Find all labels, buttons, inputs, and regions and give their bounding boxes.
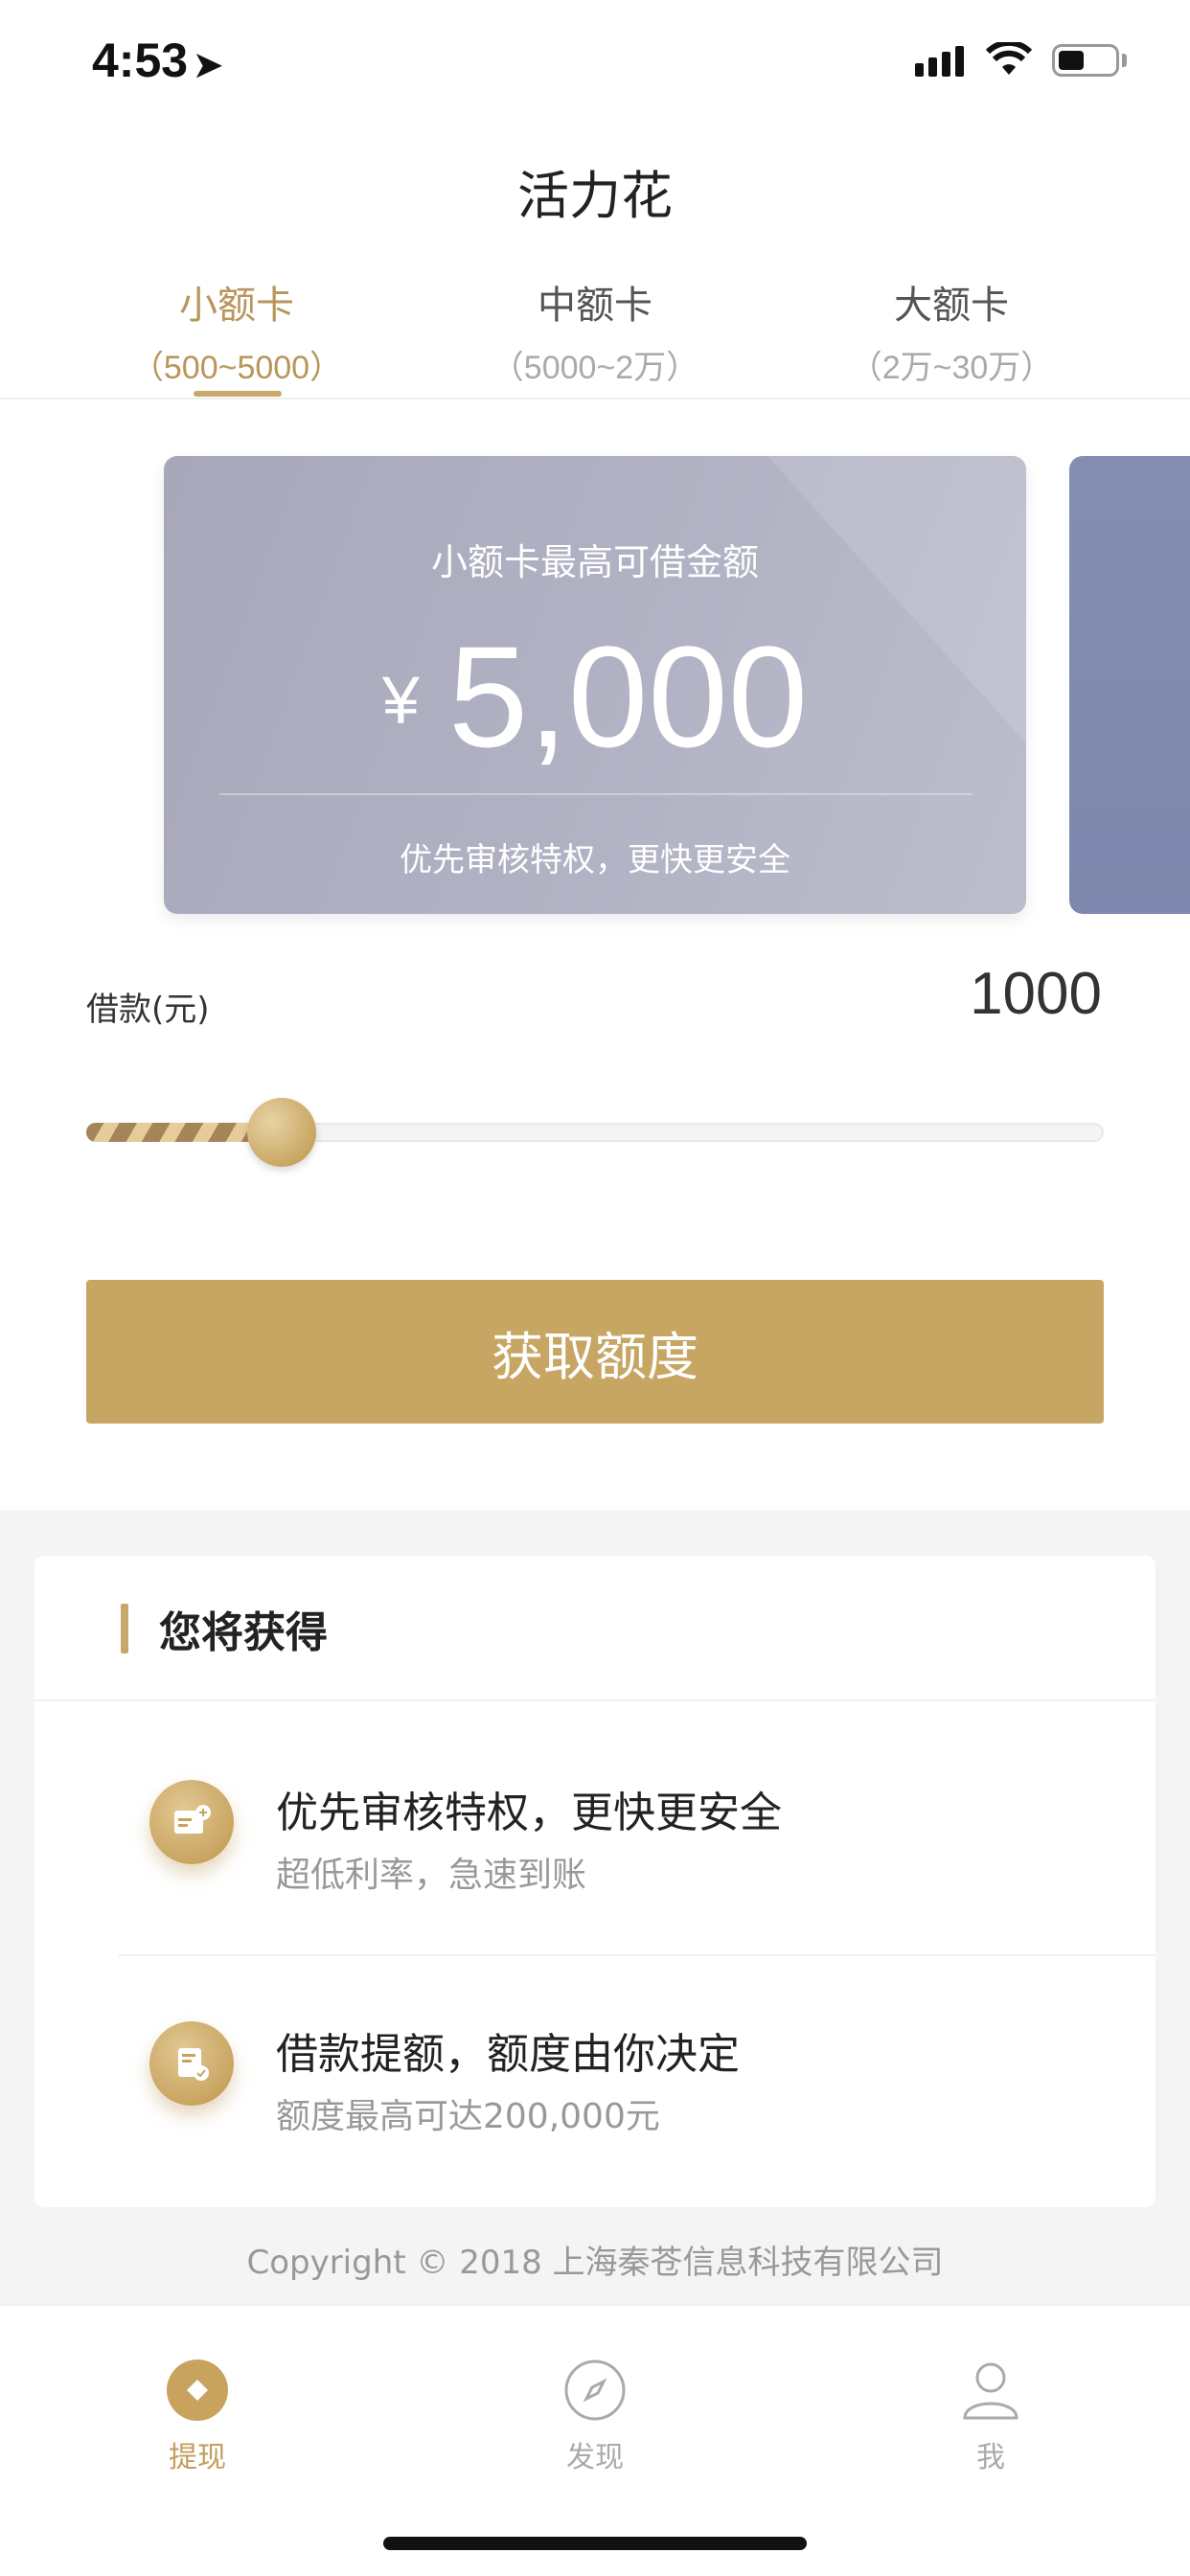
active-tab-indicator [194,391,282,397]
status-time: 4:53 ➤ [92,34,223,87]
loan-slider-thumb[interactable] [247,1098,316,1167]
home-indicator [383,2537,807,2550]
benefit-subtitle: 超低利率，急速到账 [276,1856,587,1895]
tab-label: 大额卡 [894,284,1009,328]
next-card-peek[interactable] [1069,456,1190,914]
loan-card[interactable]: 小额卡最高可借金额 ¥5,000 优先审核特权，更快更安全 [164,456,1026,914]
tab-small-card[interactable]: 小额卡 （500~5000） [38,274,435,388]
nav-item-me[interactable]: 我 [895,2359,1087,2475]
document-check-icon [149,2021,234,2106]
card-icon [149,1780,234,1864]
get-credit-button[interactable]: 获取额度 [86,1280,1104,1424]
tab-label: 中额卡 [538,284,652,328]
currency-symbol: ¥ [381,663,420,738]
nav-label: 发现 [566,2441,624,2474]
page-title: 活力花 [517,166,673,226]
compass-icon [564,2359,626,2421]
nav-item-discover[interactable]: 发现 [499,2359,691,2475]
cellular-signal-icon [915,46,969,77]
tab-range: （500~5000） [130,350,343,386]
battery-icon [1052,44,1119,77]
nav-label: 我 [976,2441,1005,2474]
benefits-title: 您将获得 [159,1608,328,1657]
nav-label: 提现 [169,2441,226,2474]
tab-range: （2万~30万） [849,350,1054,386]
nav-item-withdraw[interactable]: 提现 [102,2359,293,2475]
person-icon [963,2362,1018,2420]
benefit-title: 优先审核特权，更快更安全 [276,1789,782,1837]
benefit-divider [119,1954,1156,1956]
tab-divider [0,398,1190,399]
loan-label: 借款(元) [86,991,210,1029]
wifi-icon [985,39,1033,80]
diamond-icon [167,2359,228,2421]
section-accent-bar [121,1604,128,1653]
copyright-text: Copyright © 2018 上海秦苍信息科技有限公司 [246,2244,944,2282]
card-label: 小额卡最高可借金额 [430,541,759,583]
tab-large-card[interactable]: 大额卡 （2万~30万） [753,274,1150,388]
card-amount: ¥5,000 [164,614,1026,780]
benefit-title: 借款提额，额度由你决定 [276,2030,740,2079]
tab-label: 小额卡 [179,284,294,328]
tab-range: （5000~2万） [491,350,699,386]
tab-medium-card[interactable]: 中额卡 （5000~2万） [397,274,793,388]
panel-divider [34,1699,1156,1701]
card-amount-value: 5,000 [447,616,809,777]
benefit-subtitle: 额度最高可达200,000元 [276,2097,660,2136]
loan-value: 1000 [970,961,1102,1027]
battery-nub [1122,54,1127,67]
location-arrow-icon: ➤ [194,45,223,84]
card-subtitle: 优先审核特权，更快更安全 [400,841,790,879]
card-divider [219,793,973,795]
